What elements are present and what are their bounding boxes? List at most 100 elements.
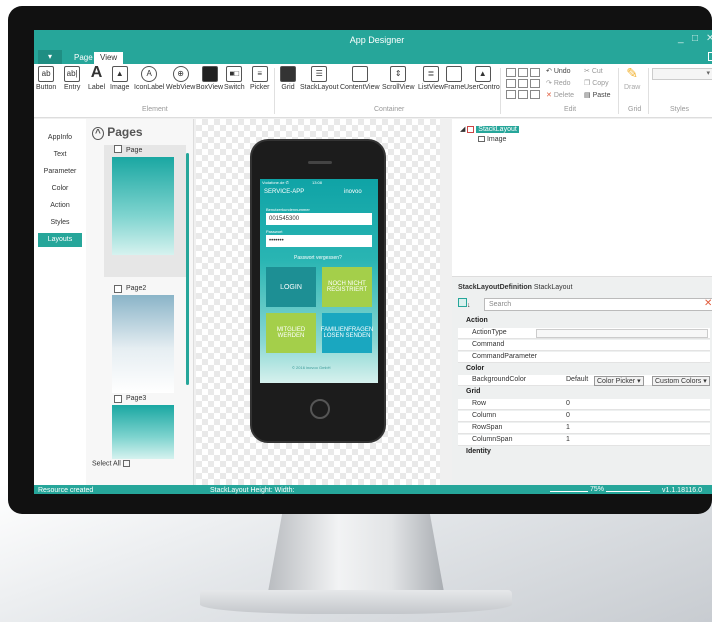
switch-tool[interactable]: ■□ Switch	[224, 66, 245, 91]
prop-actiontype[interactable]: ActionType	[458, 328, 710, 339]
collapse-icon[interactable]: ^	[92, 127, 104, 140]
phone-customer-field[interactable]: 001545300	[266, 213, 372, 225]
nav-text[interactable]: Text	[38, 148, 82, 162]
globe-icon: ⊕	[172, 66, 189, 82]
properties-header: StackLayoutDefinition StackLayout	[458, 284, 573, 291]
redo-icon: ↷	[546, 80, 554, 87]
page-thumbnail[interactable]: Page3	[104, 395, 186, 459]
page-thumbnail[interactable]: Page	[104, 145, 186, 277]
nav-parameter[interactable]: Parameter	[38, 165, 82, 179]
grid-tool[interactable]: Grid	[280, 66, 296, 91]
select-all-checkbox[interactable]: Select All	[92, 460, 130, 467]
maximize-button[interactable]: □	[692, 33, 698, 44]
delete-button[interactable]: ✕ Delete	[546, 91, 574, 99]
prop-rowspan[interactable]: RowSpan 1	[458, 423, 710, 434]
boxview-tool[interactable]: BoxView	[196, 66, 223, 91]
iconlabel-tool[interactable]: A IconLabel	[134, 66, 164, 91]
picker-icon: ≡	[251, 66, 268, 82]
nav-color[interactable]: Color	[38, 182, 82, 196]
comment-icon[interactable]	[708, 52, 712, 61]
actiontype-dropdown[interactable]	[536, 329, 708, 338]
contentview-tool[interactable]: ContentView	[340, 66, 380, 91]
page-checkbox[interactable]	[114, 145, 122, 153]
boxview-icon	[201, 66, 218, 82]
phone-screen[interactable]: Vodafone.de ✆ 13:08 SERVICE-APP inovoo B…	[260, 179, 378, 383]
switch-icon: ■□	[226, 66, 243, 82]
redo-button[interactable]: ↷ Redo	[546, 79, 571, 87]
stacklayout-icon: ☰	[311, 66, 328, 82]
phone-faq-tile[interactable]: FAMILIENFRAGEN LOSEN SENDEN	[321, 313, 373, 353]
frame-tool[interactable]: Frame	[444, 66, 464, 91]
phone-customer-label: Benutzerkundennummer	[266, 207, 310, 212]
phone-password-field[interactable]: •••••••	[266, 235, 372, 247]
monitor-bezel: App Designer _ □ ✕ ▾ Page View ab Button …	[8, 6, 712, 514]
page-checkbox[interactable]	[114, 285, 122, 293]
tab-view[interactable]: View	[94, 52, 124, 64]
scrollview-tool[interactable]: ⇕ ScrollView	[382, 66, 415, 91]
categorized-icon[interactable]	[458, 298, 467, 307]
phone-login-tile[interactable]: LOGIN	[266, 267, 316, 307]
canvas-scrollbar[interactable]	[440, 119, 448, 485]
cut-button[interactable]: ✂ Cut	[584, 67, 603, 75]
usercontrol-tool[interactable]: ▲ UserControl	[464, 66, 501, 91]
status-bar: Resource created StackLayout Height: Wid…	[34, 485, 712, 494]
tree-node-stacklayout[interactable]: ◢ StackLayout	[460, 125, 519, 133]
draw-button[interactable]: ✎ Draw	[624, 66, 640, 91]
undo-button[interactable]: ↶ Undo	[546, 67, 571, 75]
prop-row[interactable]: Row 0	[458, 399, 710, 410]
prop-commandparameter[interactable]: CommandParameter	[458, 352, 710, 363]
nav-appinfo[interactable]: AppInfo	[38, 131, 82, 145]
stacklayout-tool[interactable]: ☰ StackLayout	[300, 66, 339, 91]
delete-icon: ✕	[546, 92, 554, 99]
category-action[interactable]: Action	[458, 316, 710, 327]
copy-button[interactable]: ❐ Copy	[584, 79, 609, 87]
prop-command[interactable]: Command	[458, 340, 710, 351]
sort-toggle[interactable]: ↓	[458, 298, 480, 311]
page-thumbnail[interactable]: Page2	[104, 285, 186, 393]
color-picker-dropdown[interactable]: Color Picker ▾	[594, 376, 644, 386]
page-checkbox[interactable]	[114, 395, 122, 403]
property-search-input[interactable]: Search	[484, 298, 712, 311]
phone-member-tile[interactable]: MITGLIED WERDEN	[266, 313, 316, 353]
left-navigation: AppInfo Text Parameter Color Action Styl…	[34, 119, 86, 485]
category-identity[interactable]: Identity	[458, 447, 710, 458]
paste-button[interactable]: ▤ Paste	[584, 91, 610, 99]
label-tool[interactable]: A Label	[88, 65, 105, 92]
tree-node-image[interactable]: Image	[478, 136, 506, 143]
entry-tool[interactable]: ab| Entry	[64, 66, 80, 91]
pages-scrollbar[interactable]	[186, 153, 189, 385]
image-tool[interactable]: ▲ Image	[110, 66, 129, 91]
button-tool[interactable]: ab Button	[36, 66, 56, 91]
file-menu-button[interactable]: ▾	[38, 50, 62, 64]
bgcolor-value[interactable]: Default	[566, 376, 588, 383]
category-color[interactable]: Color	[458, 364, 710, 375]
nav-action[interactable]: Action	[38, 199, 82, 213]
nav-layouts[interactable]: Layouts	[38, 233, 82, 247]
picker-tool[interactable]: ≡ Picker	[250, 66, 269, 91]
entry-icon: ab|	[64, 66, 81, 82]
nav-styles[interactable]: Styles	[38, 216, 82, 230]
alignment-grid[interactable]	[506, 68, 542, 104]
clear-search-icon[interactable]: ✕	[704, 298, 712, 309]
iconlabel-icon: A	[141, 66, 158, 82]
phone-register-tile[interactable]: NOCH NICHT REGISTRIERT	[322, 267, 372, 307]
app-window: App Designer _ □ ✕ ▾ Page View ab Button …	[34, 30, 712, 494]
zoom-level: 75%	[588, 486, 607, 493]
minimize-button[interactable]: _	[678, 33, 684, 44]
prop-backgroundcolor[interactable]: BackgroundColor Default Color Picker ▾ C…	[458, 375, 710, 386]
custom-colors-dropdown[interactable]: Custom Colors ▾	[652, 376, 710, 386]
close-button[interactable]: ✕	[706, 33, 712, 44]
webview-tool[interactable]: ⊕ WebView	[166, 66, 195, 91]
design-canvas[interactable]: Vodafone.de ✆ 13:08 SERVICE-APP inovoo B…	[196, 119, 440, 485]
phone-forgot-link[interactable]: Passwort vergessen?	[294, 255, 342, 261]
copy-icon: ❐	[584, 80, 593, 87]
category-grid[interactable]: Grid	[458, 387, 710, 398]
prop-columnspan[interactable]: ColumnSpan 1	[458, 435, 710, 446]
phone-preview: Vodafone.de ✆ 13:08 SERVICE-APP inovoo B…	[250, 139, 386, 443]
listview-tool[interactable]: ≣ ListView	[418, 66, 444, 91]
sort-alpha-icon[interactable]: ↓	[467, 302, 471, 309]
styles-dropdown[interactable]: ▾	[652, 68, 712, 80]
expand-icon[interactable]: ◢	[460, 126, 467, 133]
ribbon-separator	[274, 68, 275, 114]
prop-column[interactable]: Column 0	[458, 411, 710, 422]
